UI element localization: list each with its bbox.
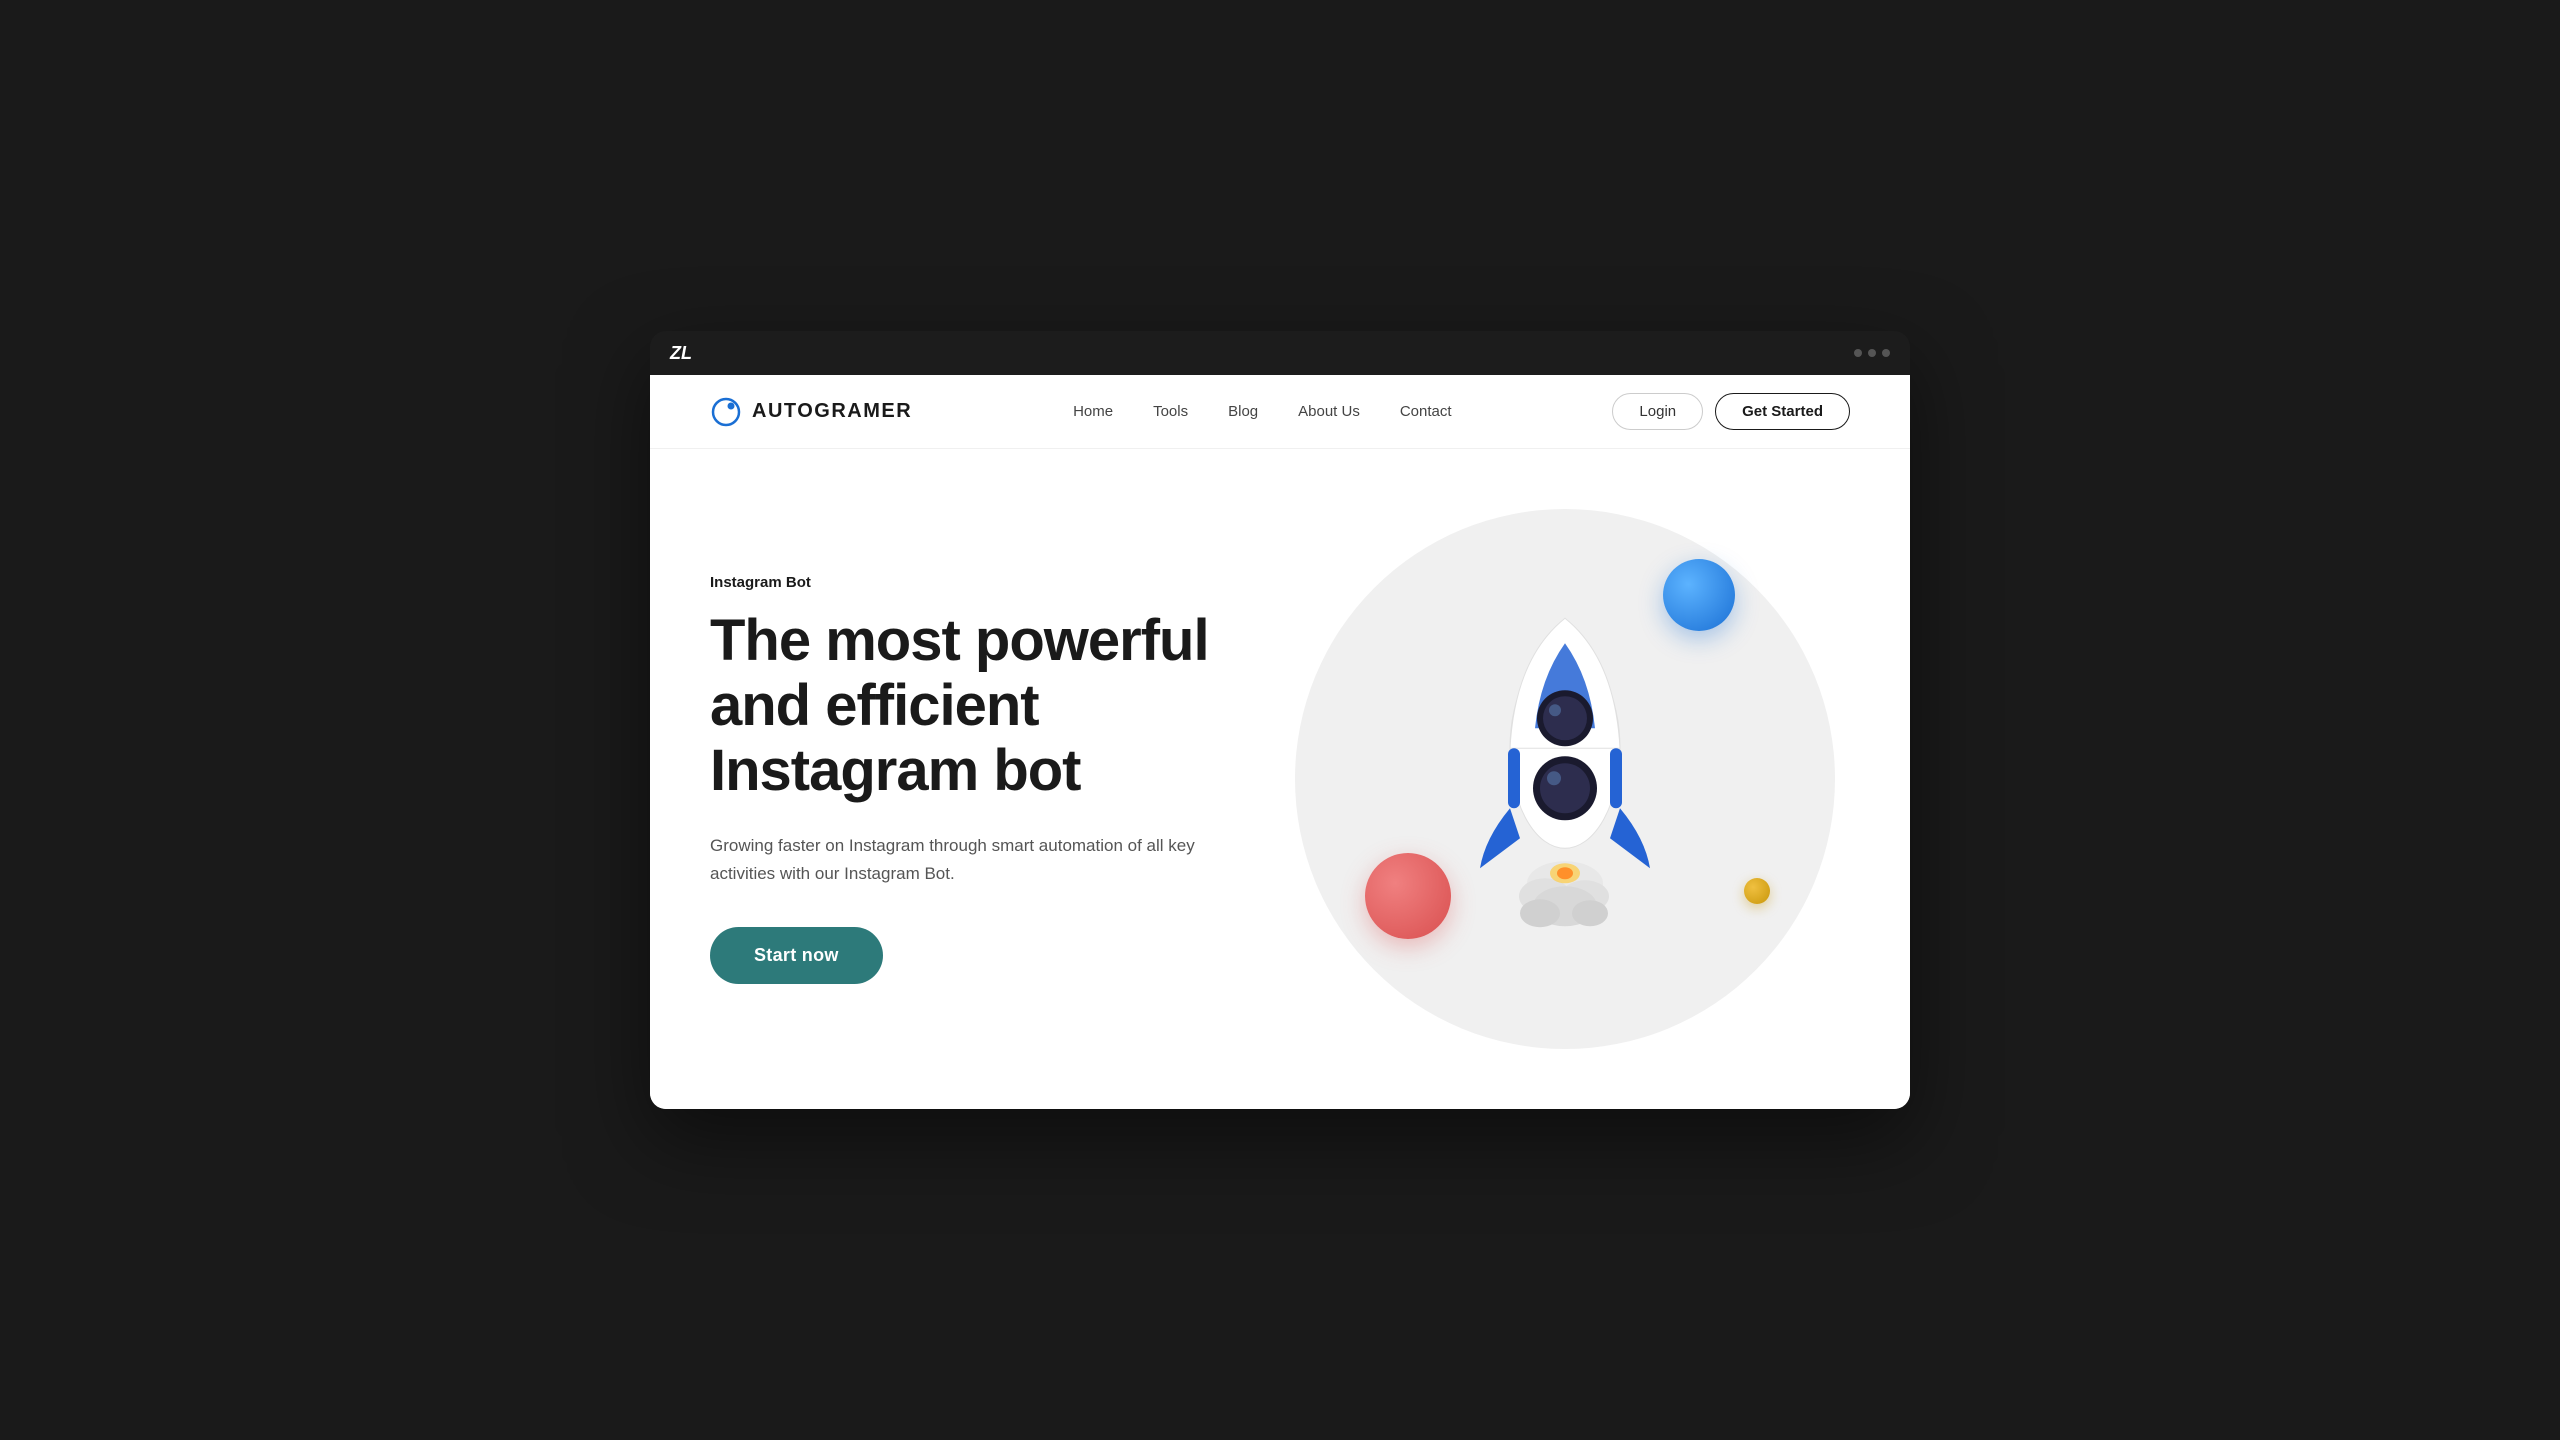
- logo-text: AUTOGRAMER: [752, 400, 912, 423]
- browser-dot-2: [1868, 349, 1876, 357]
- hero-title-line1: The most powerful: [710, 608, 1209, 673]
- browser-dot-1: [1854, 349, 1862, 357]
- nav-links: Home Tools Blog About Us Contact: [1073, 403, 1451, 420]
- browser-dots: [1854, 349, 1890, 357]
- hero-tag: Instagram Bot: [710, 574, 1240, 591]
- start-now-button[interactable]: Start now: [710, 927, 883, 984]
- hero-title-line3: Instagram bot: [710, 738, 1081, 803]
- hero-title-line2: and efficient: [710, 673, 1039, 738]
- hero-title: The most powerful and efficient Instagra…: [710, 609, 1240, 804]
- gold-sphere: [1744, 878, 1770, 904]
- page-content: AUTOGRAMER Home Tools Blog About Us Cont…: [650, 375, 1910, 1109]
- browser-logo-text: ZL: [670, 343, 692, 364]
- get-started-button[interactable]: Get Started: [1715, 393, 1850, 430]
- hero-left: Instagram Bot The most powerful and effi…: [710, 574, 1280, 985]
- login-button[interactable]: Login: [1612, 393, 1703, 430]
- nav-link-blog[interactable]: Blog: [1228, 403, 1258, 420]
- browser-dot-3: [1882, 349, 1890, 357]
- nav-link-about[interactable]: About Us: [1298, 403, 1360, 420]
- hero-circle: [1295, 509, 1835, 1049]
- browser-window: ZL AUTOGRAMER Home Tools Blog About Us: [650, 331, 1910, 1109]
- nav-actions: Login Get Started: [1612, 393, 1850, 430]
- logo-icon: [710, 396, 742, 428]
- nav-link-home[interactable]: Home: [1073, 403, 1113, 420]
- hero-section: Instagram Bot The most powerful and effi…: [650, 449, 1910, 1109]
- navbar: AUTOGRAMER Home Tools Blog About Us Cont…: [650, 375, 1910, 449]
- rocket-illustration: [1435, 578, 1695, 938]
- hero-right: [1280, 509, 1850, 1049]
- browser-titlebar: ZL: [650, 331, 1910, 375]
- rocket-container: [1435, 578, 1695, 943]
- nav-link-tools[interactable]: Tools: [1153, 403, 1188, 420]
- nav-link-contact[interactable]: Contact: [1400, 403, 1452, 420]
- hero-description: Growing faster on Instagram through smar…: [710, 832, 1230, 890]
- logo-area: AUTOGRAMER: [710, 396, 912, 428]
